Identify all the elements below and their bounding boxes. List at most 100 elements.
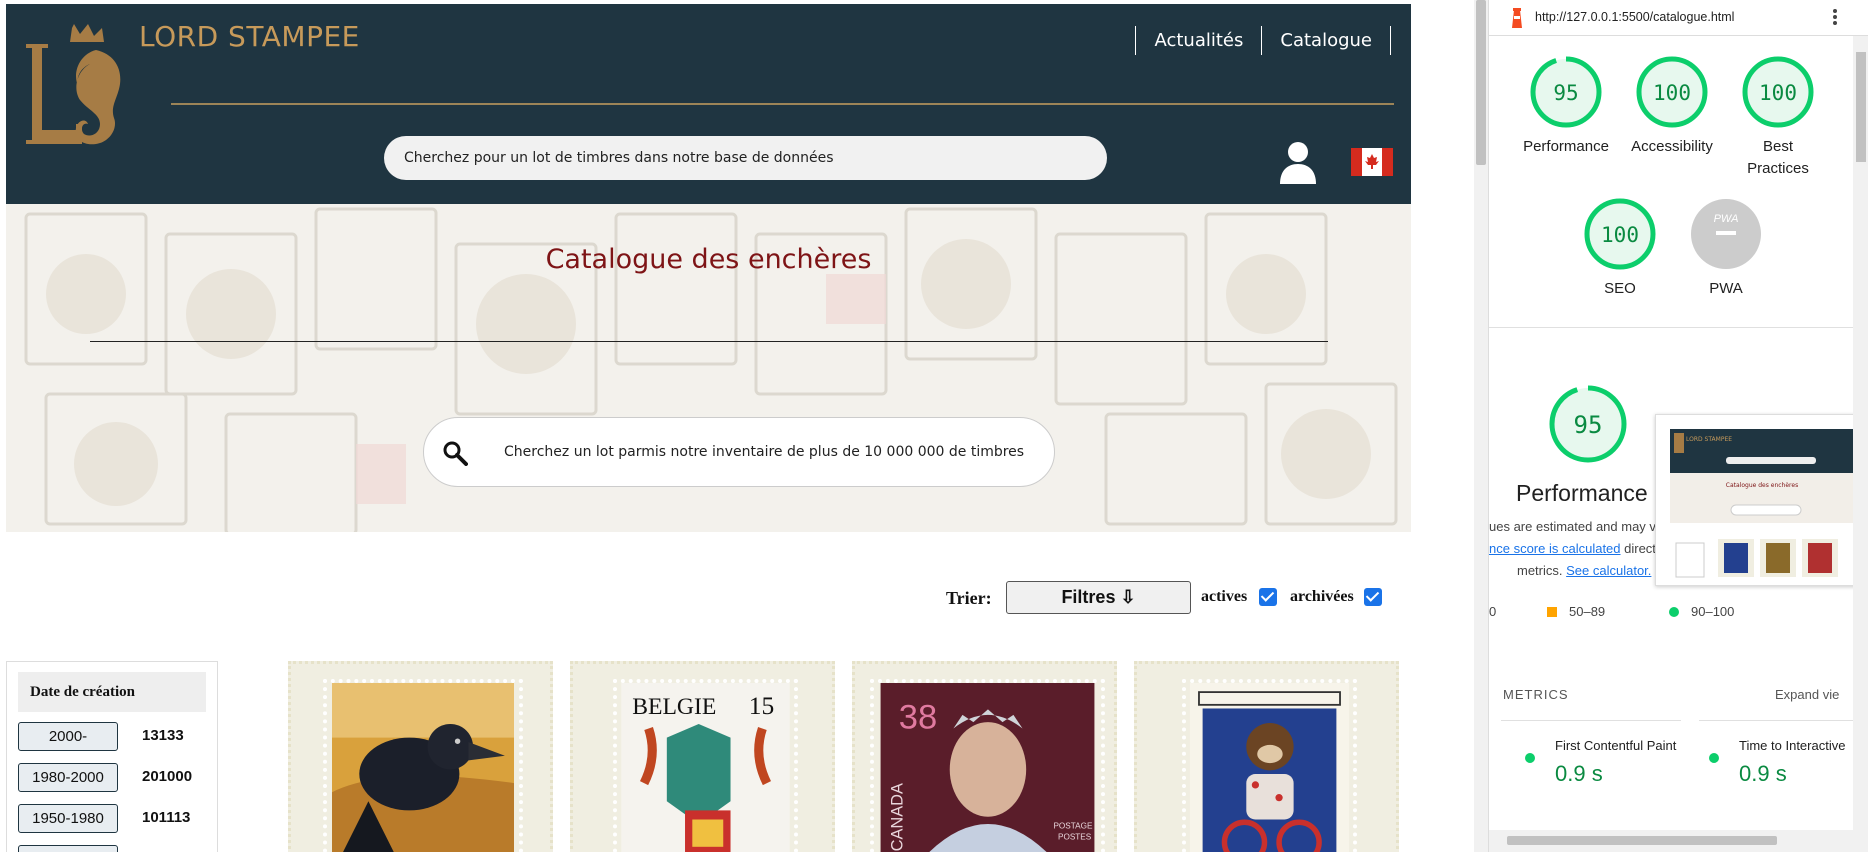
filter-more-button[interactable] bbox=[18, 845, 118, 852]
performance-big-gauge: 95 bbox=[1533, 384, 1643, 464]
metric-value: 0.9 s bbox=[1555, 761, 1603, 786]
archivees-label: archivées bbox=[1290, 588, 1354, 605]
see-calculator-link[interactable]: See calculator. bbox=[1566, 563, 1651, 578]
filter-title: Date de création bbox=[18, 672, 206, 712]
queen-stamp-image[interactable]: 38 CANADA POSTAGE POSTES bbox=[870, 679, 1105, 852]
seo-score-value: 100 bbox=[1601, 223, 1639, 247]
pwa-gauge[interactable]: PWA PWA bbox=[1671, 198, 1781, 300]
website-viewport: LORD STAMPEE Actualités Catalogue Cherch… bbox=[0, 0, 1470, 852]
archivees-checkbox[interactable] bbox=[1364, 588, 1382, 606]
pass-dot-icon bbox=[1525, 753, 1535, 763]
filter-1980-2000-button[interactable]: 1980-2000 bbox=[18, 763, 118, 792]
catalogue-search-input[interactable] bbox=[504, 436, 1024, 468]
best-practices-score-ring: 100 bbox=[1742, 56, 1814, 128]
filter-1950-1980-button[interactable]: 1950-1980 bbox=[18, 804, 118, 833]
belgium-stamp-image[interactable]: BELGIE 15 bbox=[613, 679, 798, 852]
legend-pass: 90–100 bbox=[1669, 604, 1734, 619]
lighthouse-topbar: http://127.0.0.1:5500/catalogue.html bbox=[1489, 0, 1868, 36]
site-header: LORD STAMPEE Actualités Catalogue bbox=[6, 4, 1411, 204]
raven-stamp-image[interactable] bbox=[323, 679, 523, 852]
search-icon[interactable] bbox=[442, 440, 468, 466]
filter-row: 1980-2000 201000 bbox=[7, 761, 217, 802]
accessibility-gauge-label: Accessibility bbox=[1631, 138, 1713, 155]
page-title: Catalogue des enchères bbox=[545, 244, 872, 275]
lord-stampee-logo[interactable] bbox=[16, 14, 136, 164]
pwa-score-ring: PWA bbox=[1691, 199, 1761, 269]
catalogue-search-box[interactable] bbox=[423, 417, 1055, 487]
panel-scrollbar-thumb[interactable] bbox=[1856, 52, 1866, 162]
filter-row: 1950-1980 101113 bbox=[7, 802, 217, 843]
filter-count: 101113 bbox=[142, 809, 191, 826]
date-filter-panel: Date de création 2000- 13133 1980-2000 2… bbox=[6, 661, 218, 852]
stamp-card[interactable] bbox=[288, 661, 553, 852]
stamp-card[interactable]: 38 CANADA POSTAGE POSTES bbox=[852, 661, 1117, 852]
title-divider bbox=[90, 341, 1328, 342]
accessibility-score-value: 100 bbox=[1653, 81, 1691, 105]
panel-hscroll-thumb[interactable] bbox=[1507, 836, 1777, 845]
metric-first-contentful-paint: First Contentful Paint 0.9 s bbox=[1501, 720, 1681, 787]
best-practices-gauge-label: Best Practices bbox=[1747, 138, 1809, 177]
big-score-ring: 95 bbox=[1549, 385, 1627, 463]
screen: LORD STAMPEE Actualités Catalogue Cherch… bbox=[0, 0, 1868, 852]
page-scrollbar-thumb[interactable] bbox=[1476, 0, 1486, 165]
legend-pass-label: 90–100 bbox=[1691, 604, 1735, 619]
nav-catalogue[interactable]: Catalogue bbox=[1261, 26, 1391, 55]
pass-circle-icon bbox=[1669, 607, 1679, 617]
metric-name: Time to Interactive bbox=[1739, 738, 1846, 753]
metric-name: First Contentful Paint bbox=[1555, 738, 1677, 753]
lighthouse-icon bbox=[1512, 8, 1522, 28]
panel-vertical-scrollbar[interactable] bbox=[1853, 36, 1868, 830]
performance-score-value: 95 bbox=[1553, 81, 1578, 105]
more-options-icon[interactable] bbox=[1833, 8, 1839, 28]
seo-gauge-label: SEO bbox=[1604, 280, 1636, 297]
panel-horizontal-scrollbar[interactable] bbox=[1489, 830, 1868, 852]
sort-toolbar: Trier: Filtres ⇩ actives archivées bbox=[0, 580, 1410, 614]
catalogue-hero: Catalogue des enchères bbox=[6, 204, 1411, 532]
score-calc-link[interactable]: nce score is calculated bbox=[1489, 541, 1621, 556]
performance-gauge-label: Performance bbox=[1523, 138, 1609, 155]
legend-low: 0 bbox=[1489, 604, 1496, 619]
performance-gauge[interactable]: 95 Performance bbox=[1511, 56, 1621, 158]
belgium-country-text: BELGIE bbox=[632, 694, 716, 720]
seo-gauge[interactable]: 100 SEO bbox=[1565, 198, 1675, 300]
calc-note-rest: direct bbox=[1620, 541, 1656, 556]
nav-actualites[interactable]: Actualités bbox=[1135, 26, 1261, 55]
filters-dropdown-button[interactable]: Filtres ⇩ bbox=[1006, 581, 1191, 614]
best-practices-gauge[interactable]: 100 Best Practices bbox=[1723, 56, 1833, 180]
stamp-card[interactable] bbox=[1134, 661, 1399, 852]
filter-count: 201000 bbox=[142, 768, 193, 785]
canada-flag-icon[interactable] bbox=[1351, 148, 1393, 176]
accessibility-gauge[interactable]: 100 Accessibility bbox=[1617, 56, 1727, 158]
big-performance-label: Performance bbox=[1516, 480, 1648, 506]
monkey-stamp-image[interactable] bbox=[1182, 679, 1357, 852]
estimate-note: ues are estimated and may va bbox=[1489, 519, 1664, 534]
big-score-value: 95 bbox=[1574, 411, 1603, 439]
stamp-card[interactable]: BELGIE 15 bbox=[570, 661, 835, 852]
pwa-gauge-label: PWA bbox=[1709, 280, 1743, 297]
queen-value-text: 38 bbox=[899, 699, 937, 737]
metrics-note-text: metrics. bbox=[1517, 563, 1567, 578]
thumbnail-title: Catalogue des enchères bbox=[1726, 482, 1798, 489]
pwa-badge-text: PWA bbox=[1714, 213, 1739, 225]
header-divider bbox=[171, 103, 1394, 105]
metric-time-to-interactive: Time to Interactive 0.9 s bbox=[1699, 720, 1868, 787]
pwa-dash-icon bbox=[1716, 231, 1736, 235]
thumbnail-image: LORD STAMPEE Catalogue des enchères bbox=[1670, 429, 1856, 578]
thumbnail-brand: LORD STAMPEE bbox=[1686, 436, 1732, 443]
metric-value: 0.9 s bbox=[1739, 761, 1787, 786]
actives-checkbox[interactable] bbox=[1259, 588, 1277, 606]
user-account-icon[interactable] bbox=[1278, 140, 1318, 184]
best-practices-score-value: 100 bbox=[1759, 81, 1797, 105]
metrics-heading: METRICS bbox=[1503, 687, 1569, 702]
pass-dot-icon bbox=[1709, 753, 1719, 763]
queen-country-text: CANADA bbox=[888, 783, 906, 851]
legend-low-label: 0 bbox=[1489, 604, 1497, 619]
main-nav: Actualités Catalogue bbox=[1135, 26, 1391, 55]
seo-score-ring: 100 bbox=[1584, 198, 1656, 270]
page-scrollbar[interactable] bbox=[1474, 0, 1488, 852]
filter-2000-button[interactable]: 2000- bbox=[18, 722, 118, 751]
header-search-input[interactable] bbox=[384, 136, 1107, 180]
expand-view-toggle[interactable]: Expand vie bbox=[1775, 687, 1839, 702]
final-screenshot-thumbnail[interactable]: LORD STAMPEE Catalogue des enchères bbox=[1655, 414, 1868, 586]
filter-row: 2000- 13133 bbox=[7, 720, 217, 761]
